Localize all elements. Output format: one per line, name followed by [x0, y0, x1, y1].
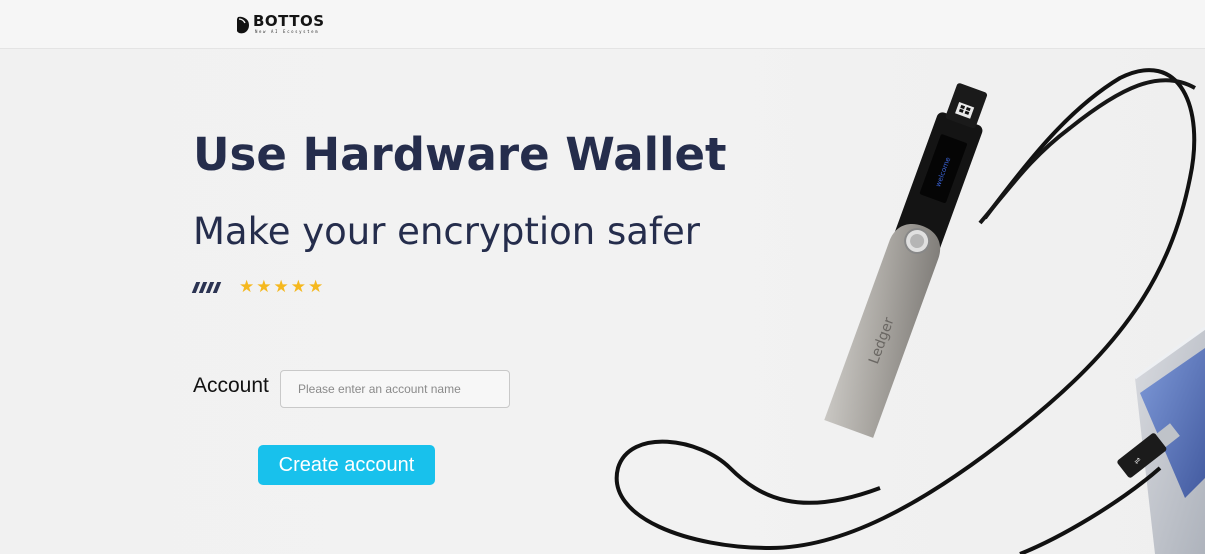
create-account-button[interactable]: Create account [258, 445, 435, 485]
bottos-logo-icon [237, 16, 249, 34]
decorative-rating-row: ★ ★ ★ ★ ★ [191, 279, 325, 296]
ledger-hardware-wallet-image: ⇌ welcome Ledger [614, 68, 1205, 554]
star-rating: ★ ★ ★ ★ ★ [239, 279, 325, 296]
account-name-input[interactable] [280, 370, 510, 408]
star-icon: ★ [308, 277, 324, 297]
brand-text: BOTTOS New AI Ecosystem [253, 14, 325, 34]
star-icon: ★ [273, 277, 289, 297]
account-label: Account [193, 374, 269, 397]
star-icon: ★ [290, 277, 306, 297]
top-navigation-bar: BOTTOS New AI Ecosystem [0, 0, 1205, 49]
brand-name: BOTTOS [253, 12, 325, 30]
star-icon: ★ [256, 277, 272, 297]
slash-stripes-icon [191, 282, 222, 293]
brand-logo[interactable]: BOTTOS New AI Ecosystem [236, 14, 325, 34]
star-icon: ★ [239, 277, 255, 297]
brand-tagline: New AI Ecosystem [255, 29, 320, 34]
hardware-wallet-page: BOTTOS New AI Ecosystem Use Hardware Wal… [0, 0, 1205, 554]
